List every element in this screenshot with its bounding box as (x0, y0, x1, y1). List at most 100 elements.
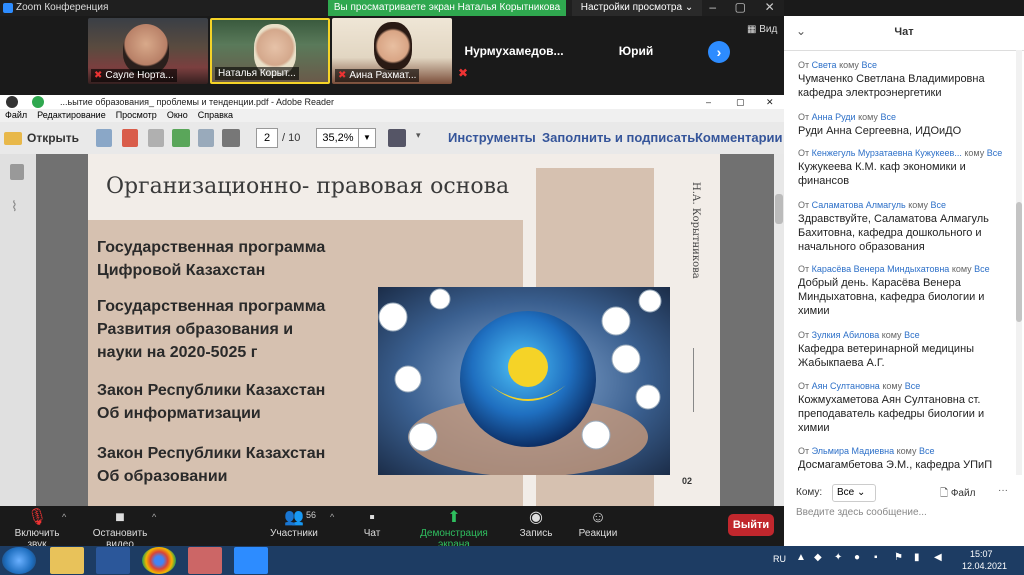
stop-video-button[interactable]: ■ Остановить видео (80, 508, 160, 550)
slide-page-number: 02 (682, 476, 693, 486)
settings-icon[interactable] (96, 129, 112, 147)
start-button-icon[interactable] (2, 547, 36, 574)
chat-scrollbar-thumb[interactable] (1016, 202, 1022, 322)
attachment-icon[interactable]: ⌇ (11, 198, 18, 215)
recipient-select[interactable]: Все ⌄ (832, 484, 876, 502)
document-scrollbar[interactable] (774, 154, 784, 506)
kazakhstan-globe-image (378, 287, 670, 475)
reactions-button[interactable]: ☺ Реакции (576, 508, 620, 539)
network-icon[interactable]: ▮ (914, 552, 926, 564)
tray-icon[interactable]: ◆ (814, 552, 826, 564)
chat-bubble-icon: ▪ (369, 509, 375, 526)
flag-icon[interactable]: ⚑ (894, 552, 906, 564)
share-screen-button[interactable]: ⬆ Демонстрация экрана (404, 508, 504, 550)
fit-page-icon[interactable] (388, 129, 406, 147)
keyboard-language[interactable]: RU (773, 554, 786, 564)
video-tile-active[interactable]: Наталья Корыт... (210, 18, 330, 84)
clock-time[interactable]: 15:07 (970, 549, 993, 559)
slide-bullet: Государственная программа Цифровой Казахс… (97, 239, 326, 279)
print-icon[interactable] (222, 129, 240, 147)
zoom-app-icon[interactable] (234, 547, 268, 574)
video-tile[interactable]: Юрий (576, 18, 696, 84)
slide-author: Н.А. Корытникова (690, 182, 701, 279)
chat-header: ⌄ Чат (784, 16, 1024, 51)
close-icon[interactable]: ✕ (766, 95, 774, 109)
windows-taskbar: RU ▲ ◆ ✦ ● ▪ ⚑ ▮ ◀ 15:07 12.04.2021 (0, 546, 1024, 575)
record-button[interactable]: ◉ Запись (518, 508, 554, 539)
chevron-down-icon: ⌄ (684, 2, 694, 13)
folder-icon (4, 132, 22, 146)
menu-view[interactable]: Просмотр (116, 110, 157, 120)
menu-help[interactable]: Справка (198, 110, 233, 120)
fill-sign-tab[interactable]: Заполнить и подписать (542, 128, 695, 148)
chat-message: От Анна Руди кому Все Руди Анна Сергеевн… (798, 112, 962, 137)
slide-bullet: Закон Республики Казахстан Об образовании (97, 445, 326, 485)
view-button[interactable]: ▦ Вид (747, 24, 777, 35)
minimize-icon[interactable]: – (706, 95, 711, 109)
slide-bullet: Закон Республики Казахстан Об информатиза… (97, 382, 326, 422)
more-options-icon[interactable]: ··· (998, 485, 1008, 496)
participants-options-icon[interactable]: ^ (330, 512, 334, 522)
word-icon[interactable] (96, 547, 130, 574)
chrome-icon[interactable] (142, 547, 176, 574)
recipient-label: Кому: (796, 487, 823, 498)
page-number-input[interactable]: 2 (256, 128, 278, 148)
menu-edit[interactable]: Редактирование (37, 110, 106, 120)
pages-icon[interactable] (10, 164, 24, 180)
audio-options-icon[interactable]: ^ (62, 512, 66, 522)
grid-icon: ▦ (747, 24, 757, 35)
maximize-icon[interactable]: ▢ (736, 95, 745, 109)
globe-illustration (378, 287, 670, 475)
edit-icon[interactable] (148, 129, 164, 147)
video-tile[interactable]: ✖ Сауле Норта... (88, 18, 208, 84)
unmute-button[interactable]: 🎙 Включить звук (6, 508, 68, 550)
file-button[interactable]: 🗋 Файл (940, 486, 975, 503)
participant-name: ✖ Аина Рахмат... (335, 69, 420, 82)
menu-file[interactable]: Файл (5, 110, 27, 120)
volume-icon[interactable]: ◀ (934, 552, 946, 564)
maximize-icon[interactable]: ▢ (735, 0, 746, 16)
zoom-window-title: Zoom Конференция (16, 2, 109, 13)
tray-icon[interactable]: ▲ (796, 552, 808, 564)
comments-tab[interactable]: Комментарии (695, 128, 783, 148)
zoom-level-input[interactable]: 35,2% (316, 128, 360, 148)
mic-muted-icon: ✖ (338, 70, 347, 81)
tool-app-icon[interactable] (188, 547, 222, 574)
leave-button[interactable]: Выйти (728, 514, 774, 536)
view-settings-button[interactable]: Настройки просмотра ⌄ (572, 0, 702, 16)
video-tile[interactable]: Нурмухамедов... ✖ (454, 18, 574, 84)
chevron-down-icon: ⌄ (857, 487, 866, 498)
window-controls: – ▢ ✕ (700, 0, 784, 16)
save-icon[interactable] (198, 129, 214, 147)
slide-bullet: Государственная программа Развития образо… (97, 298, 326, 361)
video-options-icon[interactable]: ^ (152, 512, 156, 522)
next-page-arrow-icon[interactable]: › (708, 41, 730, 63)
video-strip: ✖ Сауле Норта... Наталья Корыт... ✖ Аина Р… (0, 16, 784, 86)
participants-count: 56 (306, 510, 317, 520)
zoom-logo-icon (3, 3, 13, 13)
menu-window[interactable]: Окно (167, 110, 188, 120)
upload-icon[interactable] (172, 129, 190, 147)
chat-message: От Эльмира Мадиевна кому Все Досмагамбет… (798, 446, 993, 471)
tools-tab[interactable]: Инструменты (448, 128, 536, 148)
create-pdf-icon[interactable] (122, 129, 138, 147)
chat-message-input[interactable]: Введите здесь сообщение... (796, 507, 1012, 525)
toolbar-more-icon[interactable]: ▾ (416, 130, 421, 141)
minimize-icon[interactable]: – (709, 0, 716, 16)
scrollbar-thumb[interactable] (775, 194, 783, 224)
explorer-icon[interactable] (50, 547, 84, 574)
close-icon[interactable]: ✕ (765, 0, 775, 16)
open-button[interactable]: Открыть (4, 128, 79, 148)
zoom-dropdown-icon[interactable]: ▼ (358, 128, 376, 148)
slide-divider (693, 348, 694, 412)
tray-icon[interactable]: ● (854, 552, 866, 564)
mic-muted-icon: ✖ (458, 66, 469, 80)
chat-button[interactable]: ▪ Чат (358, 508, 386, 539)
zoom-toolbar: 🎙 Включить звук ^ ■ Остановить видео ^ 👥 Уч… (0, 506, 784, 550)
share-screen-icon: ⬆ (447, 509, 461, 526)
tray-icon[interactable]: ▪ (874, 552, 886, 564)
clock-date[interactable]: 12.04.2021 (962, 561, 1007, 571)
tray-icon[interactable]: ✦ (834, 552, 846, 564)
video-tile[interactable]: ✖ Аина Рахмат... (332, 18, 452, 84)
shield-icon (32, 96, 44, 108)
